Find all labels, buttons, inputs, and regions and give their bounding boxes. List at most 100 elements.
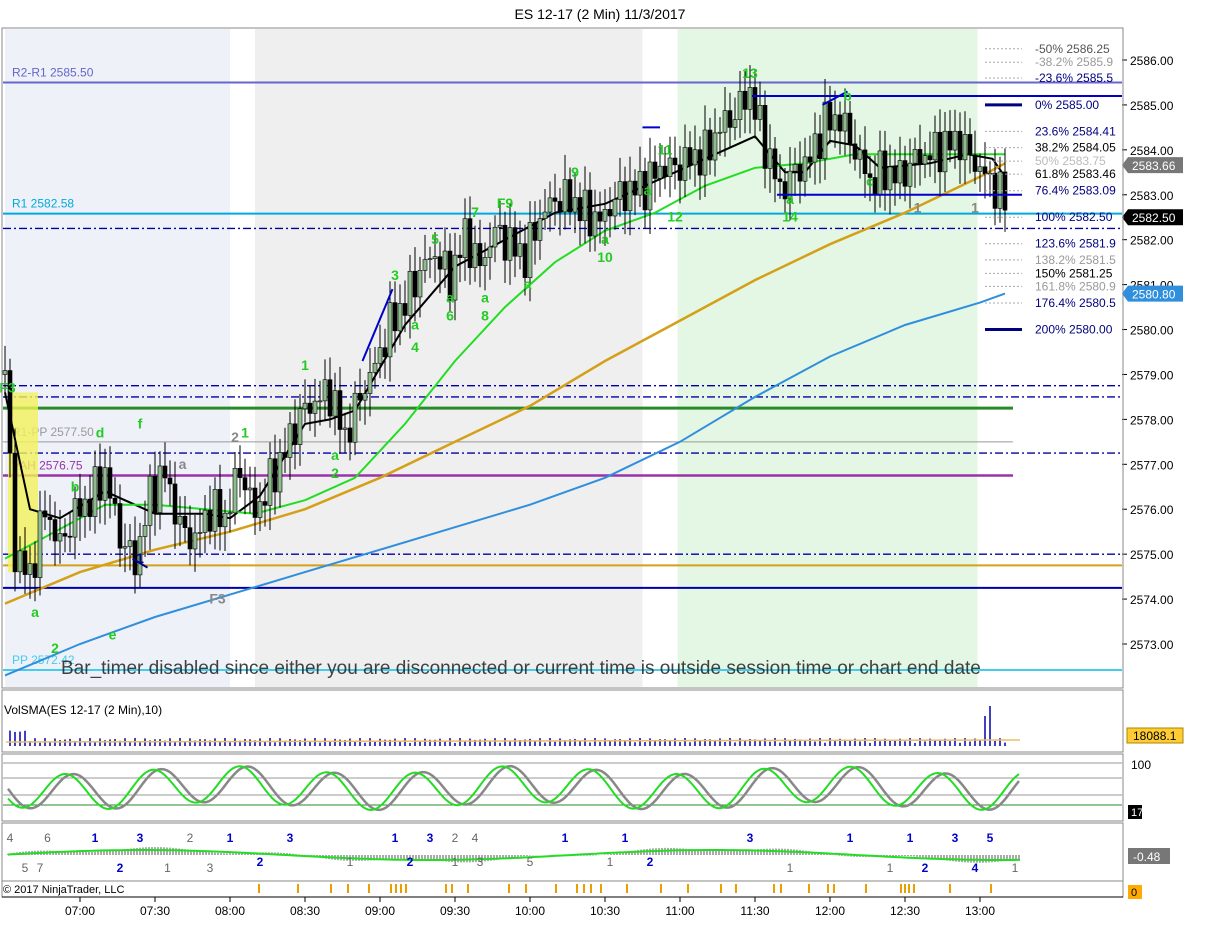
wave-label: a xyxy=(481,290,489,306)
y-tick-label: 2582.00 xyxy=(1130,234,1174,248)
wave-label: a xyxy=(411,317,419,333)
wave-label: 3 xyxy=(391,267,399,283)
fib-label-12: 150% 2581.25 xyxy=(1035,266,1113,280)
wave-label: 9 xyxy=(571,164,579,180)
oscillator-count-label: 7 xyxy=(37,861,44,875)
candle[interactable] xyxy=(12,428,18,592)
event-marker xyxy=(451,884,453,893)
event-marker xyxy=(600,884,602,893)
volume-value: 18088.1 xyxy=(1133,729,1177,743)
price-marker-label: 2583.66 xyxy=(1132,159,1176,173)
wave-label: e xyxy=(109,627,117,643)
oscillator-count-label: 4 xyxy=(972,861,979,875)
fib-label-11: 138.2% 2581.5 xyxy=(1035,253,1116,267)
fib-label-7: 61.8% 2583.46 xyxy=(1035,167,1116,181)
fib-label-14: 176.4% 2580.5 xyxy=(1035,296,1116,310)
fib-label-6: 50% 2583.75 xyxy=(1035,154,1106,168)
oscillator-count-label: 5 xyxy=(22,861,29,875)
wave-label: b xyxy=(843,87,852,103)
wave-label: 1 xyxy=(136,550,144,566)
oscillator-count-label: 3 xyxy=(137,831,144,845)
y-tick-label: 2578.00 xyxy=(1130,413,1174,427)
oscillator-value-badge: -0.48 xyxy=(1128,848,1170,864)
event-marker xyxy=(590,884,592,893)
oscillator-count-label: 4 xyxy=(7,831,14,845)
oscillator-count-label: 5 xyxy=(527,855,534,869)
event-marker xyxy=(773,884,775,893)
event-marker xyxy=(808,884,810,893)
wave-label: a xyxy=(331,447,339,463)
event-marker xyxy=(626,884,628,893)
x-tick-label: 07:30 xyxy=(140,904,170,918)
oscillator-count-label: 3 xyxy=(427,831,434,845)
stochastic-top-label: 100 xyxy=(1131,758,1151,772)
stochastic-value: 17 xyxy=(1131,807,1143,819)
wave-label: 2 xyxy=(331,465,339,481)
event-marker xyxy=(583,884,585,893)
event-marker xyxy=(258,884,260,893)
volume-value-badge: 18088.1 xyxy=(1126,727,1184,744)
wave-label: 1 xyxy=(301,357,309,373)
event-marker xyxy=(525,884,527,893)
event-marker xyxy=(395,884,397,893)
oscillator-count-label: 2 xyxy=(407,855,414,869)
wave-label: a xyxy=(179,456,187,472)
event-marker xyxy=(400,884,402,893)
oscillator-count-label: 1 xyxy=(787,861,794,875)
price-chart[interactable]: ES 12-17 (2 Min) 11/3/2017 R2-R1 2585.50… xyxy=(0,0,1206,952)
event-marker xyxy=(687,884,689,893)
oscillator-count-label: 1 xyxy=(847,831,854,845)
event-marker xyxy=(555,884,557,893)
fib-label-1: -38.2% 2585.9 xyxy=(1035,55,1113,69)
y-tick-label: 2574.00 xyxy=(1130,593,1174,607)
wave-label: 1 xyxy=(971,200,979,216)
x-tick-label: 12:30 xyxy=(890,904,920,918)
wave-label: 12 xyxy=(667,209,683,225)
highlight-block xyxy=(8,392,38,573)
oscillator-count-label: 1 xyxy=(347,855,354,869)
fib-label-8: 76.4% 2583.09 xyxy=(1035,184,1116,198)
x-tick-label: 10:00 xyxy=(515,904,545,918)
fib-label-10: 123.6% 2581.9 xyxy=(1035,237,1116,251)
y-tick-label: 2586.00 xyxy=(1130,54,1174,68)
oscillator-count-label: 1 xyxy=(227,831,234,845)
oscillator-count-label: 3 xyxy=(477,855,484,869)
x-tick-label: 11:30 xyxy=(740,904,769,918)
price-marker-1: 2582.50 xyxy=(1122,209,1183,226)
wave-label: a xyxy=(644,182,652,198)
fib-label-15: 200% 2580.00 xyxy=(1035,323,1113,337)
wave-label: F3 xyxy=(209,591,226,607)
x-tick-label: 08:00 xyxy=(215,904,245,918)
wave-label: 1 xyxy=(914,200,922,216)
x-tick-label: 13:00 xyxy=(965,904,995,918)
y-tick-label: 2573.00 xyxy=(1130,638,1174,652)
oscillator-count-label: 1 xyxy=(164,861,171,875)
y-tick-label: 2584.00 xyxy=(1130,144,1174,158)
x-tick-label: 09:00 xyxy=(365,904,395,918)
event-marker xyxy=(949,884,951,893)
wave-label: 2 xyxy=(51,640,59,656)
oscillator-count-label: 1 xyxy=(622,831,629,845)
status-message: Bar_timer disabled since either you are … xyxy=(61,658,981,679)
event-marker xyxy=(913,884,915,893)
oscillator-count-label: 1 xyxy=(1012,861,1019,875)
price-marker-label: 2582.50 xyxy=(1132,211,1176,225)
wave-label: a xyxy=(601,231,609,247)
event-marker xyxy=(900,884,902,893)
event-marker xyxy=(865,884,867,893)
wave-label: a xyxy=(786,191,794,207)
event-marker xyxy=(576,884,578,893)
oscillator-count-label: 6 xyxy=(44,831,51,845)
wave-label: d xyxy=(96,424,105,440)
event-marker xyxy=(720,884,722,893)
oscillator-count-label: 2 xyxy=(922,861,929,875)
oscillator-count-label: 1 xyxy=(907,831,914,845)
x-tick-label: 09:30 xyxy=(440,904,470,918)
event-marker xyxy=(297,884,299,893)
price-marker-2: 2580.80 xyxy=(1122,285,1183,302)
event-marker xyxy=(330,884,332,893)
oscillator-count-label: 1 xyxy=(92,831,99,845)
level-label-1: R1 2582.58 xyxy=(12,197,74,211)
event-marker xyxy=(660,884,662,893)
copyright-text: © 2017 NinjaTrader, LLC xyxy=(3,884,124,896)
